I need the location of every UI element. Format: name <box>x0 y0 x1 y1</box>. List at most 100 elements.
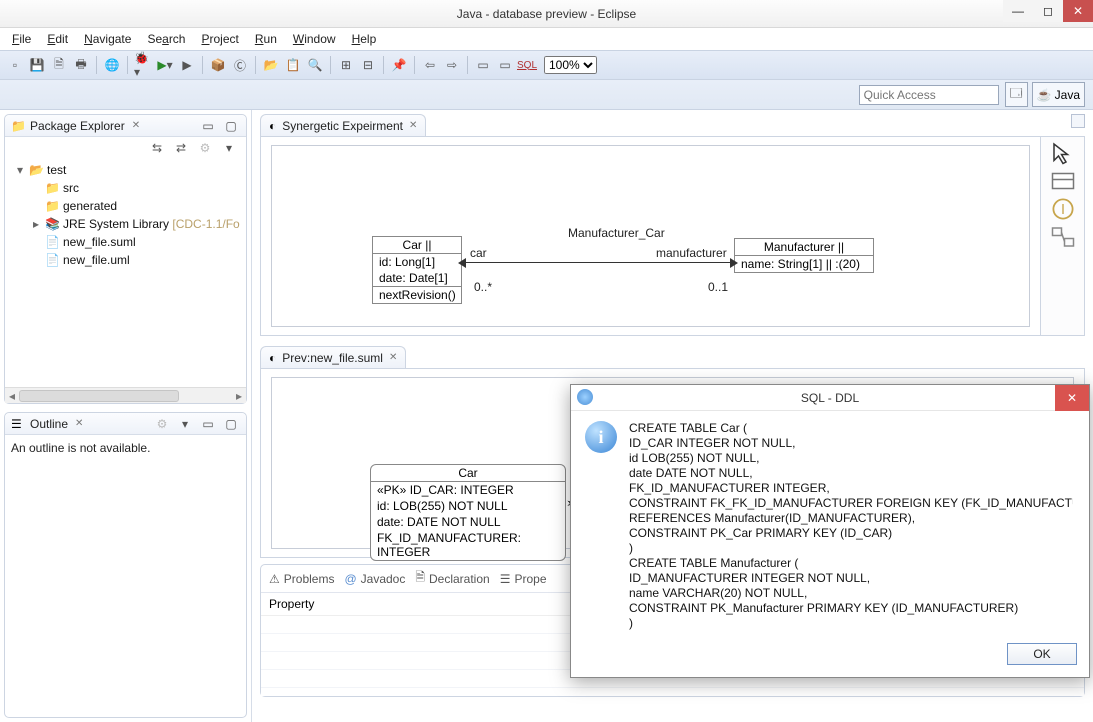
view-min-icon[interactable]: ▭ <box>199 117 217 135</box>
menu-edit[interactable]: Edit <box>41 30 74 48</box>
palette-class-icon[interactable] <box>1051 171 1075 191</box>
menu-navigate[interactable]: Navigate <box>78 30 137 48</box>
problems-icon: ⚠ <box>269 572 280 586</box>
menu-help[interactable]: Help <box>346 30 383 48</box>
package-tree[interactable]: ▾📂test📁src📁generated▸📚JRE System Library… <box>5 157 246 387</box>
search-icon[interactable]: 🔍 <box>306 56 324 74</box>
tree-item[interactable]: 📄new_file.suml <box>11 233 242 251</box>
dialog-close-button[interactable]: ✕ <box>1055 385 1089 411</box>
save-all-icon[interactable]: 🗎 <box>50 56 68 74</box>
arrowhead-right-icon <box>730 258 738 268</box>
role-car-label: car <box>470 246 487 260</box>
palette-select-icon[interactable] <box>1051 143 1075 163</box>
menu-project[interactable]: Project <box>195 30 244 48</box>
svg-text:I: I <box>1061 202 1065 218</box>
print-icon[interactable]: 🖶 <box>72 56 90 74</box>
menu-window[interactable]: Window <box>287 30 342 48</box>
sql-icon[interactable]: SQL <box>518 56 536 74</box>
project-icon: 📂 <box>29 163 43 177</box>
menu-run[interactable]: Run <box>249 30 283 48</box>
tree-item-label: test <box>47 163 66 177</box>
quick-access-input[interactable] <box>859 85 999 105</box>
new-package-icon[interactable]: 📦 <box>209 56 227 74</box>
toolbar-separator <box>127 56 128 74</box>
globe-icon[interactable]: 🌐 <box>103 56 121 74</box>
open-perspective-button[interactable]: 🗔 <box>1005 82 1028 107</box>
diagram-editor-a[interactable]: Car || id: Long[1] date: Date[1] nextRev… <box>260 136 1085 336</box>
window-minimize-button[interactable]: — <box>1003 0 1033 22</box>
association-line[interactable] <box>463 262 733 263</box>
properties-icon: ☰ <box>500 572 511 586</box>
toolbar-separator <box>202 56 203 74</box>
toolbar-separator <box>330 56 331 74</box>
package-explorer-icon: 📁 <box>11 119 25 133</box>
tree-expander-icon[interactable]: ▸ <box>31 217 41 231</box>
run-icon[interactable]: ▶▾ <box>156 56 174 74</box>
menu-file[interactable]: File <box>6 30 37 48</box>
editor-tab-preview[interactable]: ◐ Prev:new_file.suml ✕ <box>260 346 406 368</box>
filter-icon[interactable]: ⚙ <box>196 139 214 157</box>
uml-class-car[interactable]: Car || id: Long[1] date: Date[1] nextRev… <box>372 236 462 304</box>
package-explorer-title: Package Explorer <box>30 119 125 133</box>
toggle-icon[interactable]: ⊞ <box>337 56 355 74</box>
editor-minimize-icon[interactable] <box>1071 114 1085 128</box>
view-menu-icon[interactable]: ▾ <box>220 139 238 157</box>
ok-button[interactable]: OK <box>1007 643 1077 665</box>
dialog-titlebar[interactable]: SQL - DDL ✕ <box>571 385 1089 411</box>
view-max-icon[interactable]: ▢ <box>222 415 240 433</box>
table-car[interactable]: Car «PK» ID_CAR: INTEGER id: LOB(255) NO… <box>370 464 566 561</box>
role-manufacturer-label: manufacturer <box>656 246 727 260</box>
tab-javadoc[interactable]: @Javadoc <box>344 572 405 586</box>
zoom-select[interactable]: 100% <box>544 56 597 74</box>
toggle2-icon[interactable]: ⊟ <box>359 56 377 74</box>
library-icon: 📚 <box>45 217 59 231</box>
tree-item[interactable]: 📁src <box>11 179 242 197</box>
uml-class-manufacturer[interactable]: Manufacturer || name: String[1] || :(20) <box>734 238 874 273</box>
java-perspective-button[interactable]: ☕Java <box>1032 82 1085 107</box>
dialog-title: SQL - DDL <box>801 391 859 405</box>
close-view-icon[interactable]: ✕ <box>132 120 140 131</box>
editor-tab-synergetic[interactable]: ◐ Synergetic Expeirment ✕ <box>260 114 426 136</box>
palette-info-icon[interactable]: I <box>1051 199 1075 219</box>
close-tab-icon[interactable]: ✕ <box>389 352 397 363</box>
file-icon: 📄 <box>45 235 59 249</box>
forward-icon[interactable]: ⇨ <box>443 56 461 74</box>
diagram-icon[interactable]: ▭ <box>474 56 492 74</box>
view-max-icon[interactable]: ▢ <box>222 117 240 135</box>
horizontal-scrollbar[interactable]: ◂▸ <box>5 387 246 403</box>
diagram2-icon[interactable]: ▭ <box>496 56 514 74</box>
open-type-icon[interactable]: 📂 <box>262 56 280 74</box>
open-task-icon[interactable]: 📋 <box>284 56 302 74</box>
tree-expander-icon[interactable]: ▾ <box>15 163 25 177</box>
close-tab-icon[interactable]: ✕ <box>409 120 417 131</box>
menu-search[interactable]: Search <box>141 30 191 48</box>
tree-item[interactable]: 📁generated <box>11 197 242 215</box>
debug-icon[interactable]: 🐞▾ <box>134 56 152 74</box>
view-min-icon[interactable]: ▭ <box>199 415 217 433</box>
window-maximize-button[interactable]: ◻ <box>1033 0 1063 22</box>
back-icon[interactable]: ⇦ <box>421 56 439 74</box>
main-toolbar: ▫ 💾 🗎 🖶 🌐 🐞▾ ▶▾ ▶ 📦 Ⓒ 📂 📋 🔍 ⊞ ⊟ 📌 ⇦ ⇨ ▭ … <box>0 50 1093 80</box>
window-close-button[interactable]: ✕ <box>1063 0 1093 22</box>
save-icon[interactable]: 💾 <box>28 56 46 74</box>
new-class-icon[interactable]: Ⓒ <box>231 56 249 74</box>
view-menu-icon[interactable]: ▾ <box>176 415 194 433</box>
pin-icon[interactable]: 📌 <box>390 56 408 74</box>
tree-item[interactable]: 📄new_file.uml <box>11 251 242 269</box>
tab-declaration[interactable]: 🗎Declaration <box>415 568 489 589</box>
run-last-icon[interactable]: ▶ <box>178 56 196 74</box>
palette-table-icon[interactable] <box>1051 227 1075 247</box>
tab-problems[interactable]: ⚠Problems <box>269 572 334 586</box>
collapse-all-icon[interactable]: ⇆ <box>148 139 166 157</box>
tree-item[interactable]: ▸📚JRE System Library [CDC-1.1/Fo <box>11 215 242 233</box>
close-view-icon[interactable]: ✕ <box>75 418 83 429</box>
folder-src-icon: 📁 <box>45 181 59 195</box>
tree-item[interactable]: ▾ 📂 test <box>11 161 242 179</box>
tab-properties[interactable]: ☰Prope <box>500 572 547 586</box>
outline-action-icon[interactable]: ⚙ <box>153 415 171 433</box>
new-icon[interactable]: ▫ <box>6 56 24 74</box>
file-icon: 📄 <box>45 253 59 267</box>
menu-bar: File Edit Navigate Search Project Run Wi… <box>0 28 1093 50</box>
link-editor-icon[interactable]: ⇄ <box>172 139 190 157</box>
association-name: Manufacturer_Car <box>568 226 665 240</box>
